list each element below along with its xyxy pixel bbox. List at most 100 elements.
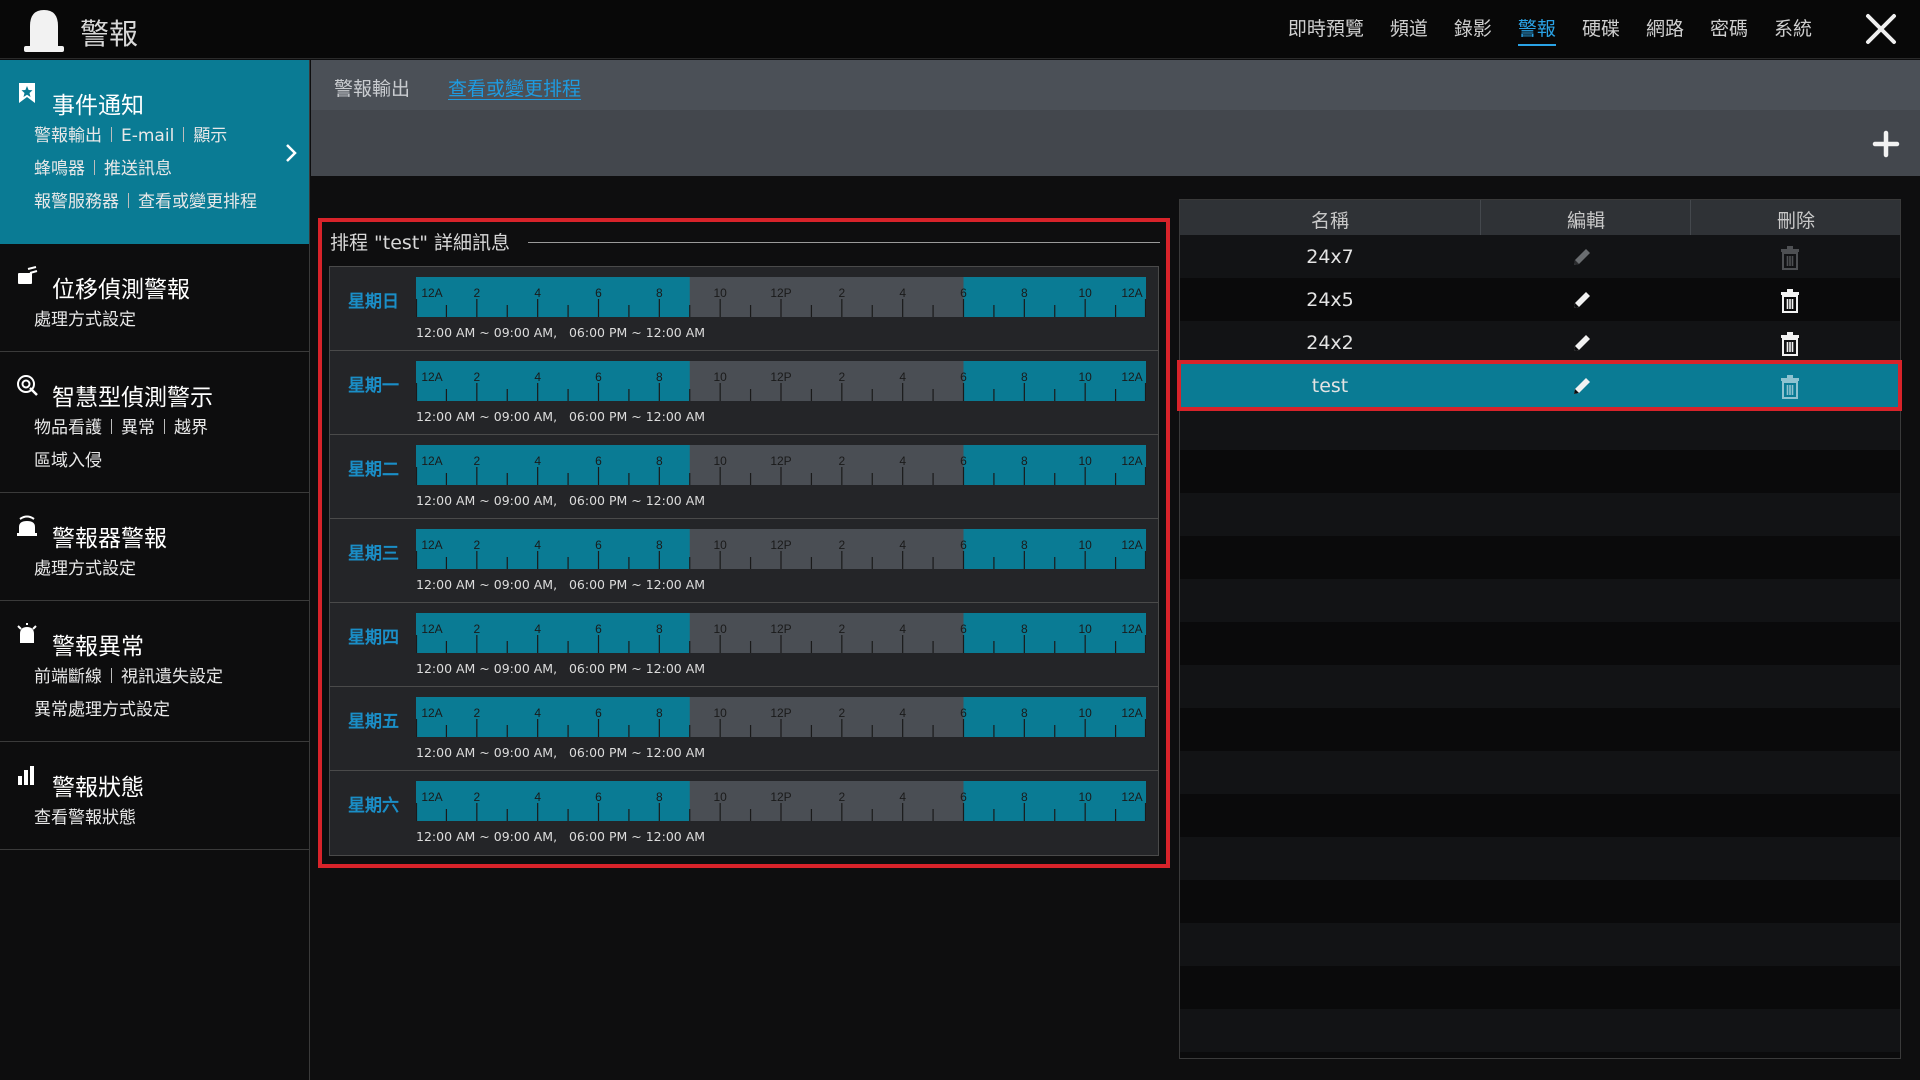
nav-item[interactable]: 即時預覽 — [1288, 16, 1364, 46]
schedule-timebar[interactable]: 12A 2 4 6 8 10 12P 2 4 6 8 10 12A — [416, 445, 1146, 485]
tick-label: 12A — [421, 538, 442, 552]
nav-item[interactable]: 系統 — [1774, 16, 1812, 46]
active-time-range — [416, 613, 690, 653]
tick-label: 2 — [473, 790, 480, 804]
tick-label: 8 — [1021, 454, 1028, 468]
sidebar-link[interactable]: 處理方式設定 — [34, 310, 136, 330]
sidebar-link[interactable]: 物品看護 — [34, 418, 102, 438]
empty-list-row — [1180, 493, 1900, 536]
tick-label: 2 — [473, 370, 480, 384]
tick-label: 6 — [595, 538, 602, 552]
tick-label: 12P — [770, 790, 791, 804]
sidebar-link-row: 異常處理方式設定 — [34, 694, 309, 727]
tick-label: 10 — [713, 286, 727, 300]
schedule-list-row[interactable]: test — [1180, 364, 1900, 407]
sidebar-links: 處理方式設定 — [0, 547, 309, 600]
schedule-list-row[interactable]: 24x5 — [1180, 278, 1900, 321]
tick-label: 2 — [838, 454, 845, 468]
active-time-range — [416, 697, 690, 737]
sidebar-link[interactable]: 報警服務器 — [34, 192, 119, 212]
tick-label: 6 — [960, 706, 967, 720]
smart-detect-icon — [17, 375, 38, 396]
tick-label: 10 — [713, 706, 727, 720]
edit-pencil-icon[interactable] — [1570, 374, 1594, 398]
empty-list-row — [1180, 708, 1900, 751]
schedule-detail-panel: 星期日 12A 2 4 6 8 10 12P 2 4 6 8 10 12A 12:00 AM ~ 09:00… — [329, 266, 1159, 856]
schedule-timebar[interactable]: 12A 2 4 6 8 10 12P 2 4 6 8 10 12A — [416, 697, 1146, 737]
empty-list-row — [1180, 794, 1900, 837]
edit-pencil-icon[interactable] — [1570, 331, 1594, 355]
sidebar-section-header[interactable]: 警報器警報 — [0, 515, 309, 552]
add-icon[interactable] — [1872, 130, 1900, 158]
sidebar-link[interactable]: 查看警報狀態 — [34, 808, 136, 828]
sidebar-section-title: 警報器警報 — [52, 526, 167, 552]
schedule-list-row[interactable]: 24x2 — [1180, 321, 1900, 364]
sidebar-link[interactable]: 蜂鳴器 — [34, 159, 85, 179]
tick-label: 10 — [713, 370, 727, 384]
nav-item[interactable]: 硬碟 — [1582, 16, 1620, 46]
link-separator — [183, 127, 185, 142]
sidebar-section-header[interactable]: 警報狀態 — [0, 764, 309, 801]
sidebar-link[interactable]: 視訊遺失設定 — [121, 667, 223, 687]
sidebar-link[interactable]: E-mail — [121, 126, 174, 146]
close-icon[interactable] — [1864, 12, 1898, 46]
sidebar-section: 智慧型偵測警示 物品看護 異常 越界 區域入侵 — [0, 352, 309, 493]
tick-label: 12P — [770, 622, 791, 636]
nav-item[interactable]: 錄影 — [1454, 16, 1492, 46]
sidebar-section-header[interactable]: 智慧型偵測警示 — [0, 374, 309, 411]
sidebar-link-row: 查看警報狀態 — [34, 802, 309, 835]
sidebar-section-header[interactable]: 事件通知 — [0, 82, 309, 119]
day-time-description: 12:00 AM ~ 09:00 AM, 06:00 PM ~ 12:00 AM — [416, 325, 706, 340]
delete-trash-icon[interactable] — [1778, 374, 1802, 400]
sidebar-link[interactable]: 查看或變更排程 — [138, 192, 257, 212]
tick-label: 2 — [473, 286, 480, 300]
tab-schedule[interactable]: 查看或變更排程 — [448, 74, 581, 101]
sidebar-link[interactable]: 異常處理方式設定 — [34, 700, 170, 720]
sidebar-section: 事件通知警報輸出 E-mail 顯示蜂鳴器 推送訊息報警服務器 查看或變更排程 — [0, 60, 309, 244]
chevron-right-icon[interactable] — [281, 140, 301, 166]
top-bar: 警報 即時預覽 頻道 錄影 警報 硬碟 網路 密碼 系統 — [0, 0, 1920, 59]
sidebar-link[interactable]: 警報輸出 — [34, 126, 102, 146]
schedule-timebar[interactable]: 12A 2 4 6 8 10 12P 2 4 6 8 10 12A — [416, 529, 1146, 569]
nav-item[interactable]: 頻道 — [1390, 16, 1428, 46]
sidebar-link[interactable]: 越界 — [174, 418, 208, 438]
tick-label: 4 — [534, 370, 541, 384]
schedule-timebar[interactable]: 12A 2 4 6 8 10 12P 2 4 6 8 10 12A — [416, 277, 1146, 317]
active-time-range — [416, 445, 690, 485]
day-time-description: 12:00 AM ~ 09:00 AM, 06:00 PM ~ 12:00 AM — [416, 493, 706, 508]
sidebar-link[interactable]: 異常 — [121, 418, 155, 438]
sidebar-link-row: 處理方式設定 — [34, 304, 309, 337]
sidebar-link[interactable]: 推送訊息 — [104, 159, 172, 179]
sidebar-link[interactable]: 顯示 — [193, 126, 227, 146]
edit-pencil-icon[interactable] — [1570, 288, 1594, 312]
schedule-name: 24x2 — [1306, 332, 1354, 354]
sidebar-link-row: 前端斷線 視訊遺失設定 — [34, 661, 309, 694]
day-label: 星期一 — [348, 376, 399, 396]
empty-list-row — [1180, 1009, 1900, 1052]
schedule-list-row[interactable]: 24x7 — [1180, 235, 1900, 278]
tick-label: 12A — [421, 370, 442, 384]
sidebar-link[interactable]: 區域入侵 — [34, 451, 102, 471]
sidebar-section: 警報狀態查看警報狀態 — [0, 742, 309, 850]
tick-label: 4 — [534, 538, 541, 552]
tick-label: 2 — [473, 706, 480, 720]
sidebar-link[interactable]: 前端斷線 — [34, 667, 102, 687]
sidebar-link-row: 物品看護 異常 越界 — [34, 412, 309, 445]
nav-item[interactable]: 網路 — [1646, 16, 1684, 46]
delete-trash-icon[interactable] — [1778, 331, 1802, 357]
delete-trash-icon[interactable] — [1778, 288, 1802, 314]
tick-label: 6 — [595, 622, 602, 636]
sidebar-section-header[interactable]: 位移偵測警報 — [0, 266, 309, 303]
empty-list-row — [1180, 407, 1900, 450]
empty-list-row — [1180, 579, 1900, 622]
schedule-timebar[interactable]: 12A 2 4 6 8 10 12P 2 4 6 8 10 12A — [416, 781, 1146, 821]
link-separator — [111, 419, 112, 434]
tick-label: 12P — [770, 538, 791, 552]
nav-item[interactable]: 警報 — [1517, 16, 1556, 46]
schedule-timebar[interactable]: 12A 2 4 6 8 10 12P 2 4 6 8 10 12A — [416, 361, 1146, 401]
sidebar-section-header[interactable]: 警報異常 — [0, 623, 309, 660]
nav-item[interactable]: 密碼 — [1710, 16, 1748, 46]
sidebar-link[interactable]: 處理方式設定 — [34, 559, 136, 579]
tab-alarm-output[interactable]: 警報輸出 — [334, 74, 410, 101]
schedule-timebar[interactable]: 12A 2 4 6 8 10 12P 2 4 6 8 10 12A — [416, 613, 1146, 653]
